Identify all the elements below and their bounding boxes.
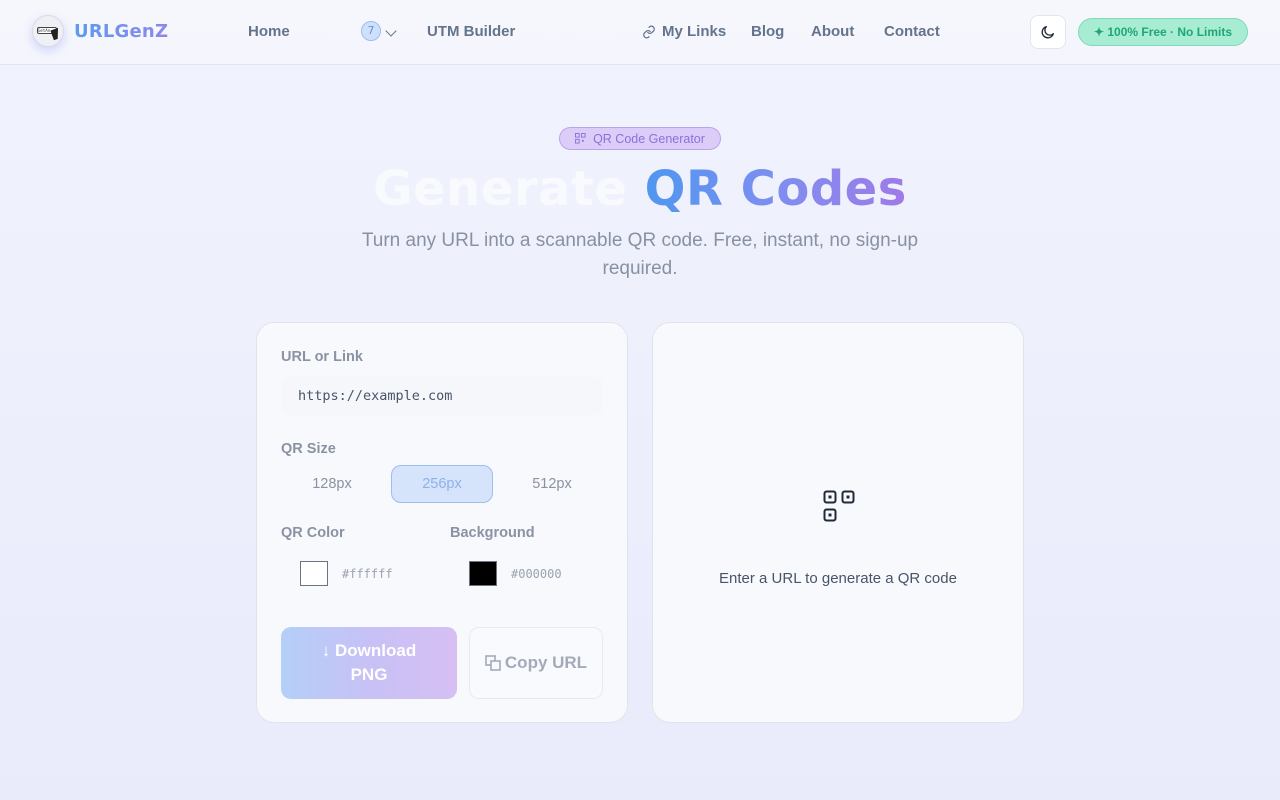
brand-logo[interactable]: GetAn URLGenZ: [32, 15, 168, 47]
chevron-down-icon[interactable]: [385, 25, 397, 37]
qr-preview-card: Enter a URL to generate a QR code: [652, 322, 1024, 723]
hero-pill: QR Code Generator: [559, 127, 721, 150]
size-option-512[interactable]: 512px: [501, 465, 603, 503]
qr-empty-state-text: Enter a URL to generate a QR code: [719, 570, 957, 587]
qr-color-value[interactable]: #ffffff: [342, 567, 393, 581]
theme-toggle-button[interactable]: [1030, 15, 1066, 49]
qr-size-label: QR Size: [281, 441, 336, 457]
link-icon: [643, 25, 655, 39]
hero-pill-label: QR Code Generator: [593, 131, 705, 146]
nav-tools[interactable]: Tools: [319, 22, 358, 42]
background-color-picker[interactable]: [469, 561, 497, 586]
size-option-128[interactable]: 128px: [281, 465, 383, 503]
page-title: Generate QR Codes: [0, 158, 1280, 220]
title-part-2: QR Codes: [644, 161, 907, 217]
qr-settings-card: URL or Link QR Size 128px 256px 512px QR…: [256, 322, 628, 723]
download-png-label: ↓ Download PNG: [321, 641, 417, 684]
nav-home[interactable]: Home: [248, 22, 290, 42]
nav-my-links[interactable]: My Links: [662, 22, 726, 42]
brand-name: URLGenZ: [74, 20, 169, 42]
copy-icon: [485, 655, 501, 671]
qr-small-icon: [575, 133, 586, 144]
qr-code-icon: [823, 490, 855, 522]
download-png-button[interactable]: ↓ Download PNG: [281, 627, 457, 699]
free-no-limits-badge: ✦ 100% Free · No Limits: [1078, 18, 1248, 46]
background-color-label: Background: [450, 525, 535, 541]
nav-qr-codes[interactable]: QR Codes: [542, 22, 615, 42]
qr-color-label: QR Color: [281, 525, 345, 541]
logo-image: GetAn: [32, 15, 64, 47]
moon-icon: [1041, 26, 1054, 39]
title-part-1: Generate: [373, 161, 628, 217]
nav-utm-builder[interactable]: UTM Builder: [427, 22, 515, 42]
url-label: URL or Link: [281, 349, 363, 365]
background-color-value[interactable]: #000000: [511, 567, 562, 581]
nav-about[interactable]: About: [811, 22, 854, 42]
site-header: GetAn URLGenZ Home Tools 7 UTM Builder Q…: [0, 0, 1280, 65]
nav-blog[interactable]: Blog: [751, 22, 784, 42]
nav-contact[interactable]: Contact: [884, 22, 940, 42]
cursor-icon: [50, 27, 62, 41]
page-subtitle: Turn any URL into a scannable QR code. F…: [361, 230, 919, 279]
tools-count-badge: 7: [361, 21, 381, 41]
size-option-256[interactable]: 256px: [391, 465, 493, 503]
copy-url-button[interactable]: Copy URL: [469, 627, 603, 699]
qr-color-picker[interactable]: [300, 561, 328, 586]
url-input[interactable]: [281, 377, 603, 415]
copy-url-label: Copy URL: [504, 653, 588, 672]
